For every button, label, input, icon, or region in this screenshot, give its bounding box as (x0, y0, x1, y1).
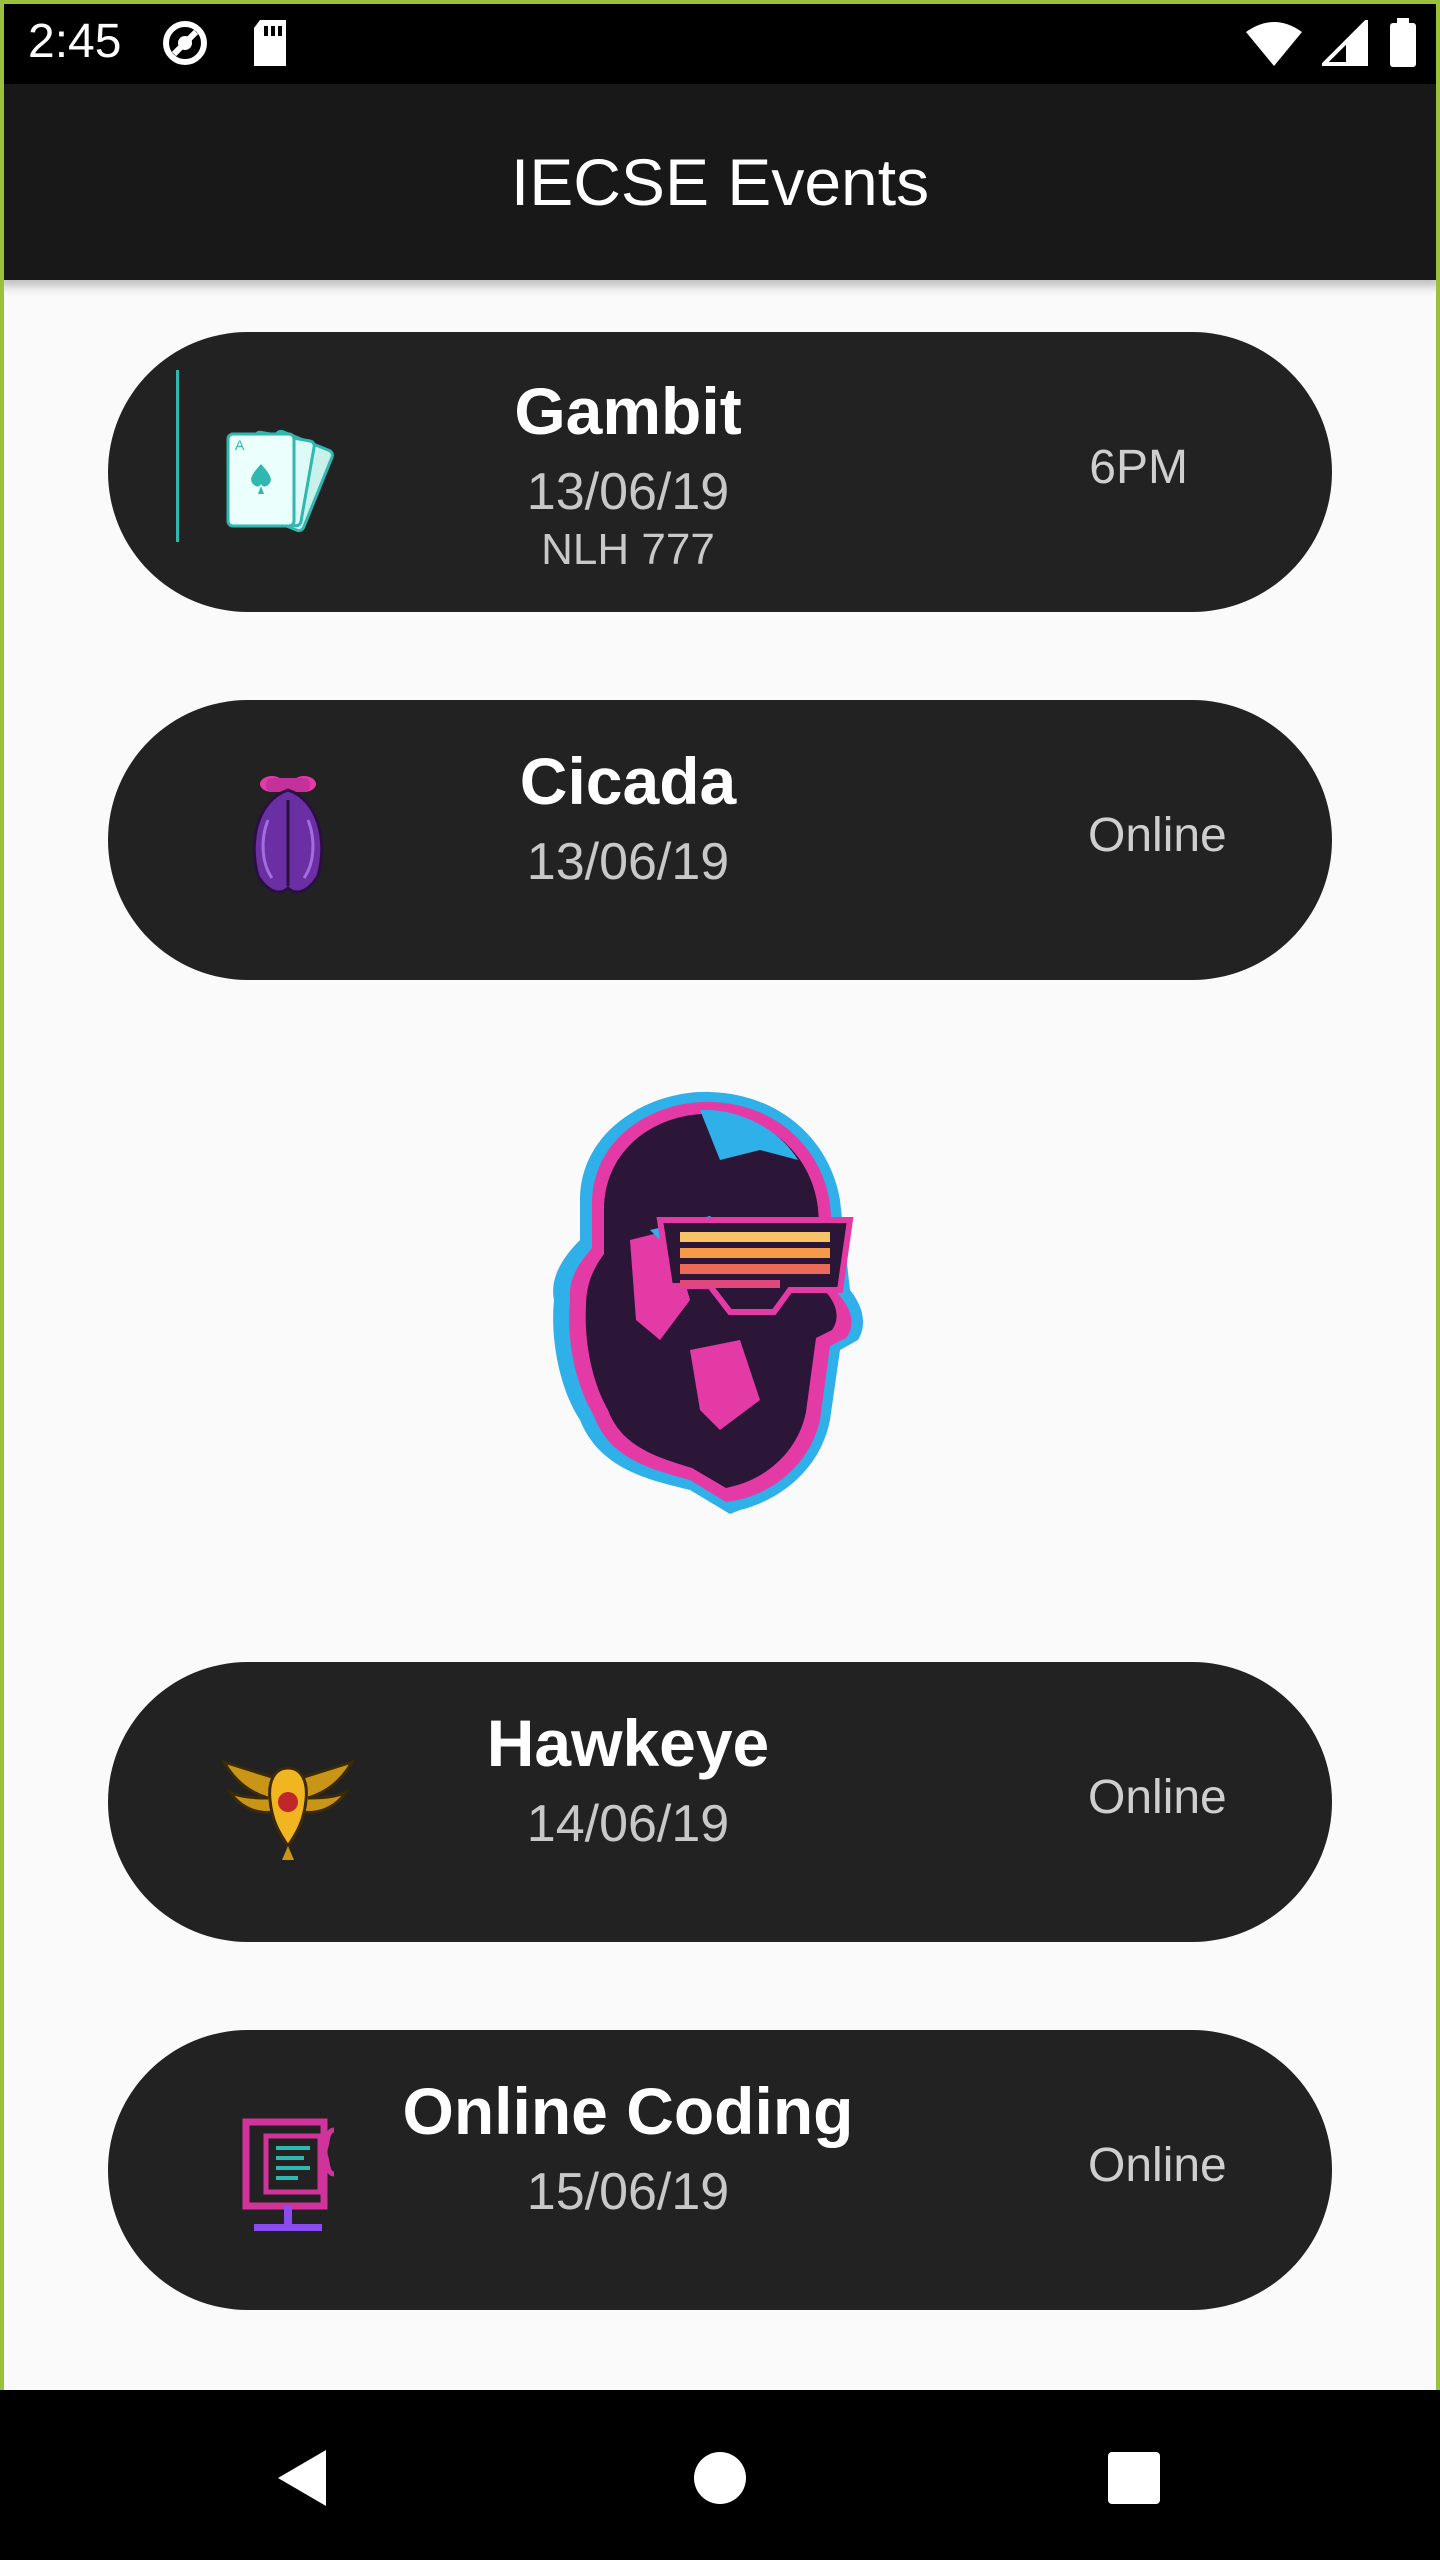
event-time: 6PM (1089, 441, 1188, 494)
sd-card-icon (250, 18, 290, 73)
mascot-head-image (540, 1090, 900, 1530)
event-mode: Online (1088, 1771, 1227, 1824)
event-card-gambit[interactable]: A Gambit 13/06/19 NLH 777 6PM (108, 332, 1332, 612)
cicada-icon (208, 760, 368, 920)
event-card-hawkeye[interactable]: Hawkeye 14/06/19 Online (108, 1662, 1332, 1942)
event-title: Gambit (514, 374, 742, 448)
event-mode: Online (1088, 2139, 1227, 2192)
battery-icon (1388, 18, 1418, 73)
playing-cards-icon: A (208, 392, 368, 552)
navigation-bar (0, 2390, 1440, 2560)
home-icon[interactable] (680, 2438, 760, 2518)
event-card-cicada[interactable]: Cicada 13/06/19 Online (108, 700, 1332, 980)
page-title: IECSE Events (510, 145, 930, 219)
svg-text:A: A (235, 437, 245, 453)
event-card-online-coding[interactable]: Online Coding 15/06/19 Online (108, 2030, 1332, 2310)
event-date: 14/06/19 (526, 1795, 730, 1853)
app-bar: IECSE Events (0, 84, 1440, 280)
recents-icon[interactable] (1094, 2438, 1174, 2518)
coding-monitor-icon (208, 2090, 368, 2250)
event-date: 13/06/19 (526, 463, 730, 521)
event-venue: NLH 777 (541, 525, 715, 574)
event-date: 13/06/19 (526, 833, 730, 891)
hawk-icon (208, 1722, 368, 1882)
sync-disabled-icon (160, 18, 210, 73)
status-bar: 2:45 (0, 0, 1440, 84)
card-divider (176, 370, 179, 542)
event-title: Hawkeye (486, 1706, 770, 1780)
event-title: Online Coding (402, 2074, 854, 2148)
event-title: Cicada (519, 744, 737, 818)
status-time: 2:45 (28, 15, 122, 68)
cellular-signal-icon (1319, 17, 1368, 71)
back-icon[interactable] (264, 2438, 344, 2518)
wifi-icon (1246, 20, 1302, 71)
event-mode: Online (1088, 809, 1227, 862)
event-date: 15/06/19 (526, 2163, 730, 2221)
